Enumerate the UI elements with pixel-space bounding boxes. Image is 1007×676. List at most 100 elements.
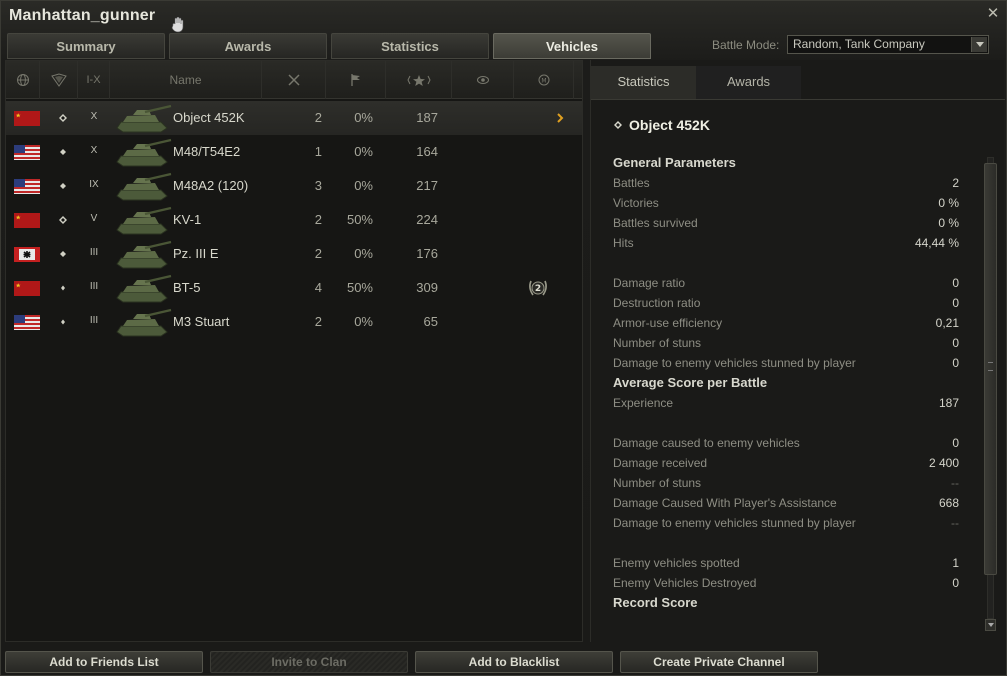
vehicle-row[interactable]: III M3 Stuart 2 0% 65 <box>6 305 582 339</box>
stat-value: 0 <box>952 336 959 350</box>
vehicle-row[interactable]: IX M48A2 (120) 3 0% 217 <box>6 169 582 203</box>
stat-label: Damage to enemy vehicles stunned by play… <box>613 516 856 530</box>
stat-label: Damage caused to enemy vehicles <box>613 436 800 450</box>
tank-image-icon <box>111 272 173 304</box>
sort-camo-column[interactable] <box>452 61 514 99</box>
name-column-label: Name <box>169 73 202 87</box>
divider <box>591 99 1005 100</box>
vehicle-name: BT-5 <box>173 280 201 295</box>
stat-value: 1 <box>952 556 959 570</box>
vehicle-battles: 2 <box>314 246 322 261</box>
chevron-down-icon[interactable] <box>971 37 987 52</box>
stat-label: Battles <box>613 176 650 190</box>
battle-mode-dropdown[interactable]: Random, Tank Company <box>787 35 989 54</box>
stat-label: Enemy vehicles spotted <box>613 556 740 570</box>
scroll-down-button[interactable] <box>985 619 996 631</box>
vehicle-list-header: I-X Name M <box>6 61 582 99</box>
vehicle-row[interactable]: X Object 452K 2 0% 187 <box>6 101 582 135</box>
ussr-flag-icon <box>14 281 40 296</box>
sort-tier-column[interactable]: I-X <box>78 61 110 99</box>
stat-row: Damage received 2 400 <box>613 453 959 473</box>
tab-vehicles[interactable]: Vehicles <box>493 33 651 59</box>
tab-detail-awards[interactable]: Awards <box>696 66 801 100</box>
invite-to-clan-button[interactable]: Invite to Clan <box>210 651 408 673</box>
medium-tank-class-icon <box>57 179 69 191</box>
vehicle-tier: III <box>89 315 99 326</box>
sort-battles-column[interactable] <box>262 61 326 99</box>
stat-label: Number of stuns <box>613 336 702 350</box>
tab-summary[interactable]: Summary <box>7 33 165 59</box>
vehicle-battles: 2 <box>314 110 322 125</box>
stat-value: 187 <box>938 396 959 410</box>
vehicle-winrate: 0% <box>354 110 373 125</box>
usa-flag-icon <box>14 179 40 194</box>
stat-label: Experience <box>613 396 674 410</box>
action-bar: Add to Friends List Invite to Clan Add t… <box>1 647 1007 676</box>
stat-label: Hits <box>613 236 634 250</box>
vehicle-tier: IX <box>89 179 99 190</box>
vehicle-row[interactable]: III BT-5 4 50% 309 2 <box>6 271 582 305</box>
stat-row: Enemy Vehicles Destroyed 0 <box>613 573 959 593</box>
stat-value: 0 <box>952 296 959 310</box>
vehicle-battles: 2 <box>314 314 322 329</box>
stat-value: 2 <box>952 176 959 190</box>
detail-vehicle-name: Object 452K <box>629 117 710 133</box>
heavy-tank-class-icon <box>57 111 69 123</box>
vehicle-avg-xp: 176 <box>416 246 438 261</box>
vehicle-row[interactable]: III Pz. III E 2 0% 176 <box>6 237 582 271</box>
sort-mastery-column[interactable]: M <box>514 61 574 99</box>
battle-mode-label: Battle Mode: <box>712 38 780 52</box>
record-score-title: Record Score <box>613 595 698 610</box>
stat-value: 0 % <box>938 216 959 230</box>
vehicle-row[interactable]: X M48/T54E2 1 0% 164 <box>6 135 582 169</box>
sort-nation-column[interactable] <box>6 61 40 99</box>
stat-row: Battles survived 0 % <box>613 213 959 233</box>
tank-image-icon <box>111 170 173 202</box>
stat-label: Armor-use efficiency <box>613 316 723 330</box>
usa-flag-icon <box>14 315 40 330</box>
stat-row: Damage to enemy vehicles stunned by play… <box>613 513 959 533</box>
tank-image-icon <box>111 238 173 270</box>
create-private-channel-button[interactable]: Create Private Channel <box>620 651 818 673</box>
stat-value: 0,21 <box>935 316 959 330</box>
detail-scrollbar[interactable] <box>984 157 997 633</box>
vehicle-name: KV-1 <box>173 212 202 227</box>
stat-value: 0 <box>952 276 959 290</box>
stat-label: Damage to enemy vehicles stunned by play… <box>613 356 856 370</box>
ussr-flag-icon <box>14 111 40 126</box>
light-tank-class-icon <box>57 281 69 293</box>
vehicle-tier: III <box>89 281 99 292</box>
stat-row: Battles 2 <box>613 173 959 193</box>
vehicle-avg-xp: 164 <box>416 144 438 159</box>
tab-awards[interactable]: Awards <box>169 33 327 59</box>
sort-xp-column[interactable] <box>386 61 452 99</box>
stat-row: Enemy vehicles spotted 1 <box>613 553 959 573</box>
battle-mode-value: Random, Tank Company <box>793 37 925 51</box>
stat-value: 0 <box>952 436 959 450</box>
tab-statistics[interactable]: Statistics <box>331 33 489 59</box>
vehicle-winrate: 0% <box>354 144 373 159</box>
stat-value: 0 <box>952 356 959 370</box>
close-icon[interactable]: ✕ <box>986 6 1000 21</box>
general-parameters-title: General Parameters <box>613 155 736 170</box>
vehicle-row[interactable]: V KV-1 2 50% 224 <box>6 203 582 237</box>
vehicle-battles: 2 <box>314 212 322 227</box>
usa-flag-icon <box>14 145 40 160</box>
sort-class-column[interactable] <box>40 61 78 99</box>
vehicle-avg-xp: 187 <box>416 110 438 125</box>
tank-image-icon <box>111 204 173 236</box>
tab-detail-statistics[interactable]: Statistics <box>591 66 696 100</box>
add-to-friends-button[interactable]: Add to Friends List <box>5 651 203 673</box>
stat-label: Destruction ratio <box>613 296 701 310</box>
stat-label: Victories <box>613 196 659 210</box>
scroll-thumb[interactable] <box>984 163 997 575</box>
add-to-blacklist-button[interactable]: Add to Blacklist <box>415 651 613 673</box>
vehicle-detail-panel: Statistics Awards Object 452K General Pa… <box>590 60 1005 642</box>
sort-name-column[interactable]: Name <box>110 61 262 99</box>
stat-label: Damage ratio <box>613 276 686 290</box>
vehicle-name: M48/T54E2 <box>173 144 241 159</box>
sort-winrate-column[interactable] <box>326 61 386 99</box>
stat-row: Damage to enemy vehicles stunned by play… <box>613 353 959 373</box>
tank-image-icon <box>111 102 173 134</box>
stat-row: Damage Caused With Player's Assistance 66… <box>613 493 959 513</box>
